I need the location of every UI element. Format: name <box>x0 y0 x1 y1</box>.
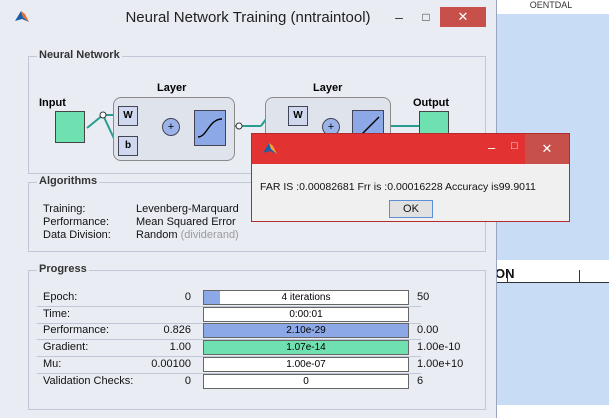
minimize-icon: – <box>395 9 403 25</box>
data-division-label: Data Division: <box>43 229 111 241</box>
validation-checks-progress-bar: 0 <box>203 374 409 389</box>
axis-tick <box>507 270 508 282</box>
algorithms-label: Algorithms <box>37 175 100 187</box>
data-division-method: Random <box>136 229 178 241</box>
mu-start-value: 0.00100 <box>151 358 191 370</box>
epoch-progress-bar: 4 iterations <box>203 290 409 305</box>
title-bar[interactable]: Neural Network Training (nntraintool) – … <box>0 0 496 36</box>
weight-box: W <box>118 106 138 126</box>
background-plot-area-bottom <box>493 283 609 405</box>
epoch-progress-text: 4 iterations <box>281 292 331 303</box>
performance-label: Performance: <box>43 216 110 228</box>
time-progress-text: 0:00:01 <box>289 309 323 320</box>
gradient-progress-text: 1.07e-14 <box>286 342 326 353</box>
performance-label: Performance: <box>43 324 110 336</box>
dialog-title-bar[interactable]: – □ ✕ <box>252 134 569 164</box>
sigmoid-icon <box>194 110 226 146</box>
minimize-button[interactable]: – <box>388 7 410 27</box>
epoch-end-value: 50 <box>417 291 430 303</box>
axis-tick <box>579 270 580 282</box>
performance-progress-bar: 2.10e-29 <box>203 323 409 338</box>
dialog-message: FAR IS :0.00082681 Frr is :0.00016228 Ac… <box>260 181 536 193</box>
mu-progress-bar: 1.00e-07 <box>203 357 409 372</box>
progress-panel: Progress Epoch: 0 4 iterations 50 Time: 0:00:… <box>28 263 486 410</box>
hidden-layer: W b + <box>113 97 235 161</box>
background-window-top-text: OENTDAL <box>529 0 573 10</box>
matlab-icon <box>263 143 277 154</box>
layer2-label: Layer <box>313 82 343 94</box>
weight-box: W <box>288 106 308 126</box>
dialog-minimize-icon[interactable]: – <box>488 140 495 155</box>
gradient-start-value: 1.00 <box>169 341 191 353</box>
training-label: Training: <box>43 203 86 215</box>
dialog-close-button[interactable]: ✕ <box>525 134 569 164</box>
gradient-progress-bar: 1.07e-14 <box>203 340 409 355</box>
performance-end-value: 0.00 <box>417 324 439 336</box>
mu-end-value: 1.00e+10 <box>417 358 464 370</box>
output-label: Output <box>413 97 450 109</box>
mu-label: Mu: <box>43 358 62 370</box>
dialog-maximize-icon[interactable]: □ <box>511 140 518 152</box>
performance-value: Mean Squared Error <box>136 216 236 228</box>
epoch-label: Epoch: <box>43 291 78 303</box>
validation-checks-end-value: 6 <box>417 375 424 387</box>
close-icon: ✕ <box>457 9 469 24</box>
time-label: Time: <box>43 308 71 320</box>
data-division-function: (dividerand) <box>180 229 239 241</box>
sum-node: + <box>162 118 180 136</box>
input-label: Input <box>39 97 66 109</box>
bias-box: b <box>118 136 138 156</box>
epoch-start-value: 0 <box>184 291 191 303</box>
maximize-icon: □ <box>422 10 430 24</box>
gradient-label: Gradient: <box>43 341 89 353</box>
time-progress-bar: 0:00:01 <box>203 307 409 322</box>
validation-checks-progress-text: 0 <box>303 376 309 387</box>
performance-progress-text: 2.10e-29 <box>286 325 326 336</box>
maximize-button[interactable]: □ <box>414 7 438 27</box>
ok-button[interactable]: OK <box>389 200 433 218</box>
result-dialog: – □ ✕ FAR IS :0.00082681 Frr is :0.00016… <box>251 133 570 222</box>
mu-progress-text: 1.00e-07 <box>286 359 326 370</box>
background-window-label: ON <box>495 266 515 281</box>
progress-label: Progress <box>37 263 89 275</box>
close-icon: ✕ <box>541 141 553 156</box>
data-division-value: Random (dividerand) <box>136 229 239 241</box>
training-value: Levenberg-Marquard <box>136 203 239 215</box>
performance-start-value: 0.826 <box>163 324 191 336</box>
validation-checks-start-value: 0 <box>184 375 191 387</box>
input-node <box>55 111 85 143</box>
gradient-end-value: 1.00e-10 <box>417 341 461 353</box>
close-button[interactable]: ✕ <box>440 7 486 27</box>
layer1-label: Layer <box>157 82 187 94</box>
